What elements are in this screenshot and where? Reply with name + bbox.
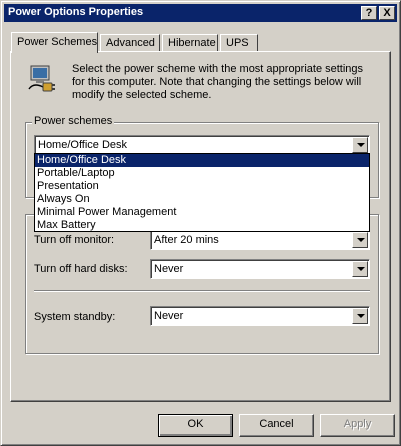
list-item[interactable]: Portable/Laptop <box>35 167 369 180</box>
list-item[interactable]: Always On <box>35 193 369 206</box>
hdd-timeout-value: Never <box>154 263 184 275</box>
power-scheme-select[interactable]: Home/Office Desk <box>34 135 370 155</box>
power-scheme-value: Home/Office Desk <box>38 139 128 151</box>
apply-button[interactable]: Apply <box>320 414 395 437</box>
list-item[interactable]: Minimal Power Management <box>35 206 369 219</box>
window-title: Power Options Properties <box>8 6 144 18</box>
standby-label: System standby: <box>34 311 116 323</box>
monitor-label: Turn off monitor: <box>34 234 115 246</box>
cancel-button[interactable]: Cancel <box>239 414 314 437</box>
chevron-down-icon[interactable] <box>352 232 368 248</box>
tab-hibernate[interactable]: Hibernate <box>162 34 218 52</box>
chevron-down-icon[interactable] <box>352 137 368 153</box>
close-button[interactable]: X <box>379 6 395 20</box>
title-bar[interactable]: Power Options Properties ? X <box>4 4 397 22</box>
hdd-label: Turn off hard disks: <box>34 263 128 275</box>
power-schemes-group-label: Power schemes <box>32 115 115 127</box>
tab-advanced[interactable]: Advanced <box>100 34 160 52</box>
list-item[interactable]: Home/Office Desk <box>35 154 369 167</box>
tab-power-schemes[interactable]: Power Schemes <box>11 32 98 53</box>
chevron-down-icon[interactable] <box>352 308 368 324</box>
power-plug-monitor-icon <box>28 65 55 92</box>
standby-timeout-select[interactable]: Never <box>150 306 370 326</box>
scheme-description: Select the power scheme with the most ap… <box>72 63 364 101</box>
chevron-down-icon[interactable] <box>352 261 368 277</box>
hdd-timeout-select[interactable]: Never <box>150 259 370 279</box>
dialog-window: Power Options Properties ? X Power Schem… <box>0 0 401 446</box>
tab-ups[interactable]: UPS <box>220 34 258 52</box>
monitor-timeout-value: After 20 mins <box>154 234 219 246</box>
help-button[interactable]: ? <box>361 6 377 20</box>
standby-timeout-value: Never <box>154 310 184 322</box>
settings-divider <box>34 290 370 292</box>
ok-button[interactable]: OK <box>158 414 233 437</box>
list-item[interactable]: Max Battery <box>35 219 369 232</box>
monitor-timeout-select[interactable]: After 20 mins <box>150 230 370 250</box>
power-scheme-dropdown-list[interactable]: Home/Office Desk Portable/Laptop Present… <box>34 153 370 232</box>
list-item[interactable]: Presentation <box>35 180 369 193</box>
